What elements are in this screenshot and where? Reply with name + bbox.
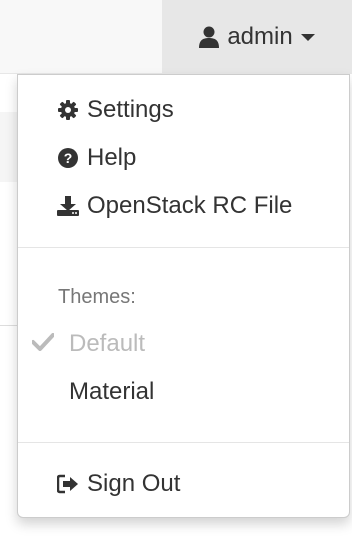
question-circle-icon: ? [57, 148, 79, 168]
check-icon [31, 330, 55, 358]
sign-out-icon [57, 474, 79, 494]
menu-item-sign-out[interactable]: Sign Out [18, 464, 349, 504]
svg-text:?: ? [64, 150, 73, 166]
themes-header: Themes: [58, 286, 136, 308]
menu-item-help[interactable]: ? Help [18, 138, 349, 178]
user-name: admin [227, 23, 293, 50]
caret-down-icon [300, 32, 315, 42]
user-menu-toggle[interactable]: admin [162, 0, 352, 74]
menu-item-label: OpenStack RC File [87, 192, 293, 219]
theme-option-default[interactable]: Default [18, 324, 349, 364]
menu-item-label: Settings [87, 96, 174, 123]
theme-label: Material [69, 378, 155, 405]
theme-option-material[interactable]: Material [18, 372, 349, 412]
download-icon [57, 196, 79, 216]
menu-item-openstack-rc-file[interactable]: OpenStack RC File [18, 186, 349, 226]
menu-divider [18, 247, 349, 248]
menu-item-label: Help [87, 144, 137, 171]
top-navbar: admin [0, 0, 352, 74]
user-dropdown-menu: Settings ? Help OpenStack RC File Themes… [17, 74, 350, 518]
menu-divider [18, 442, 349, 443]
cog-icon [57, 100, 79, 120]
theme-label: Default [69, 330, 146, 357]
menu-item-label: Sign Out [87, 470, 181, 497]
user-icon [199, 26, 220, 48]
menu-item-settings[interactable]: Settings [18, 90, 349, 130]
